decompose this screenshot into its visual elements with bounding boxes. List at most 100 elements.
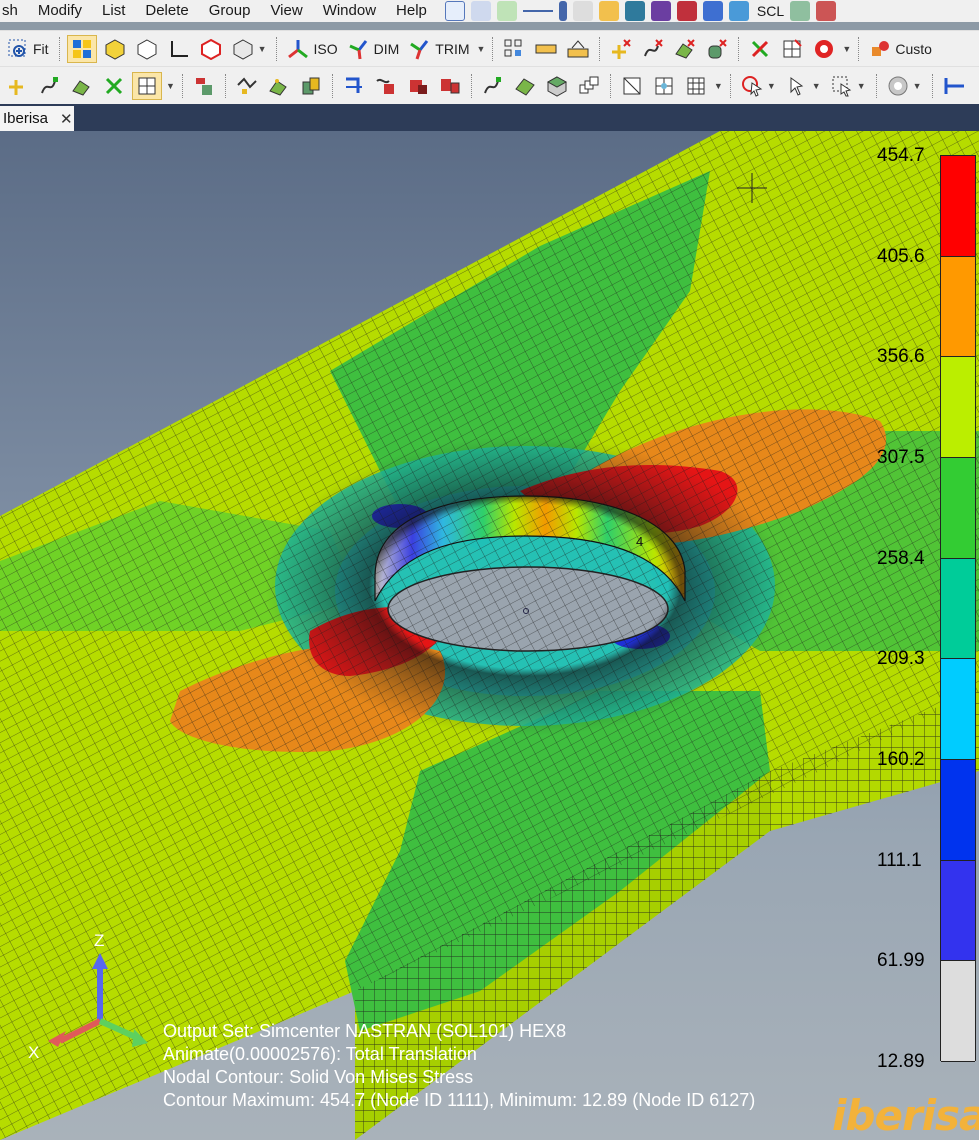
node-line-icon[interactable] [522, 1, 553, 21]
measure-distance-button[interactable] [532, 35, 560, 63]
pick-mode-dropdown[interactable]: ▼ [783, 72, 824, 100]
separator [931, 73, 933, 98]
cube-icon[interactable] [624, 1, 645, 21]
connect-button[interactable] [340, 72, 368, 100]
surface-tool-button[interactable] [68, 72, 96, 100]
shapes-icon[interactable] [728, 1, 749, 21]
legend-band [941, 357, 975, 458]
node-tool-button[interactable] [100, 72, 128, 100]
dim-button[interactable]: DIM [345, 35, 403, 63]
menu-view[interactable]: View [260, 0, 312, 22]
layers-button[interactable] [575, 72, 603, 100]
menu-group[interactable]: Group [199, 0, 261, 22]
trim-button[interactable]: TRIM [406, 35, 472, 63]
surface-mesh-button[interactable] [265, 72, 293, 100]
legend-value-label: 160.2 [877, 749, 925, 770]
stop-button[interactable] [810, 35, 838, 63]
settings-icon[interactable] [816, 1, 837, 21]
menu-list[interactable]: List [92, 0, 135, 22]
view-quad-button[interactable] [66, 34, 97, 63]
delete-element-button[interactable] [778, 35, 806, 63]
cube-yellow-icon [105, 38, 125, 60]
axis-view-button[interactable] [165, 35, 193, 63]
chevron-down-icon[interactable]: ▼ [714, 81, 723, 91]
view-style-dropdown[interactable]: ▼ [229, 35, 270, 63]
cube-red-icon[interactable] [676, 1, 697, 21]
box-select-dropdown[interactable]: ▼ [828, 72, 869, 100]
delete-solid-button[interactable] [703, 35, 731, 63]
fe-model-view[interactable]: 4 [0, 131, 979, 1140]
mesh-size-button[interactable] [372, 72, 400, 100]
chevron-down-icon: ▼ [766, 80, 776, 91]
select-mode-dropdown[interactable]: ▼ [738, 72, 779, 100]
tab-iberisa[interactable]: Iberisa ✕ [0, 106, 74, 131]
menu-mesh[interactable]: sh [0, 0, 28, 22]
remesh-button[interactable] [479, 72, 507, 100]
mesh-attributes-button[interactable] [436, 72, 464, 100]
delete-node-button[interactable] [746, 35, 774, 63]
point-tool-button[interactable] [4, 72, 32, 100]
wire-view-button[interactable] [133, 35, 161, 63]
delete-point-button[interactable] [607, 35, 635, 63]
fit-button[interactable]: Fit [4, 35, 52, 63]
measure-icon[interactable] [572, 1, 593, 21]
delete-surface-button[interactable] [671, 35, 699, 63]
separator [875, 73, 877, 98]
graphics-viewport[interactable]: 4 Z X 454.7 405.6 356.6 307.5 258.4 209.3 160.… [0, 131, 979, 1140]
point-icon [9, 79, 23, 95]
node-delete-icon [752, 40, 769, 57]
legend-value-label: 209.3 [877, 648, 925, 670]
mesh-control-button[interactable] [404, 72, 432, 100]
mesh-attr-icon [440, 78, 460, 93]
ruler-icon[interactable] [598, 1, 619, 21]
close-icon[interactable]: ✕ [60, 110, 73, 128]
chevron-down-icon[interactable]: ▼ [842, 44, 851, 54]
delete-curve-button[interactable] [639, 35, 667, 63]
menu-window[interactable]: Window [313, 0, 386, 22]
legend-value-label: 454.7 [877, 145, 925, 166]
solid-remesh-button[interactable] [543, 72, 571, 100]
mesh-solid-button[interactable] [190, 72, 218, 100]
snap-dropdown[interactable]: ▼ [884, 72, 925, 100]
menu-delete[interactable]: Delete [135, 0, 198, 22]
arrow-up-icon[interactable] [496, 1, 517, 21]
menu-modify[interactable]: Modify [28, 0, 92, 22]
scl-label[interactable]: SCL [757, 3, 784, 19]
vertical-line-icon[interactable] [558, 1, 567, 21]
tab-label: Iberisa [3, 110, 49, 127]
mesh-grid-icon [687, 77, 705, 94]
element-tool-dropdown[interactable] [132, 71, 162, 100]
legend-value-label: 61.99 [877, 950, 925, 972]
layers-icon[interactable] [790, 1, 811, 21]
dimension-button[interactable] [940, 72, 968, 100]
trim-axes-icon [410, 39, 429, 59]
legend-band [941, 961, 975, 1062]
solid-mesh-button[interactable] [297, 72, 325, 100]
link-icon[interactable] [470, 1, 491, 21]
workplane-icon[interactable] [444, 1, 465, 21]
cube-solid-icon[interactable] [650, 1, 671, 21]
red-cube-button[interactable] [197, 35, 225, 63]
measure-angle-button[interactable] [564, 35, 592, 63]
mesh-grid-button[interactable] [500, 35, 528, 63]
menu-help[interactable]: Help [386, 0, 437, 22]
surface-remesh-button[interactable] [511, 72, 539, 100]
separator [492, 36, 494, 61]
iso-button[interactable]: ISO [284, 35, 340, 63]
separator [470, 73, 472, 98]
select-surface-button[interactable] [618, 72, 646, 100]
curve-mesh-button[interactable] [233, 72, 261, 100]
separator [729, 73, 731, 98]
select-grid-button[interactable] [682, 72, 710, 100]
curve-tool-button[interactable] [36, 72, 64, 100]
separator [181, 73, 183, 98]
separator [609, 73, 611, 98]
legend-value-label: 12.89 [877, 1051, 925, 1072]
car-icon[interactable] [702, 1, 723, 21]
chevron-down-icon[interactable]: ▼ [477, 44, 486, 54]
separator [599, 36, 601, 61]
solid-view-button[interactable] [101, 35, 129, 63]
select-mesh-button[interactable] [650, 72, 678, 100]
custom-tools-button[interactable]: Custo [866, 35, 935, 63]
chevron-down-icon[interactable]: ▼ [166, 81, 175, 91]
